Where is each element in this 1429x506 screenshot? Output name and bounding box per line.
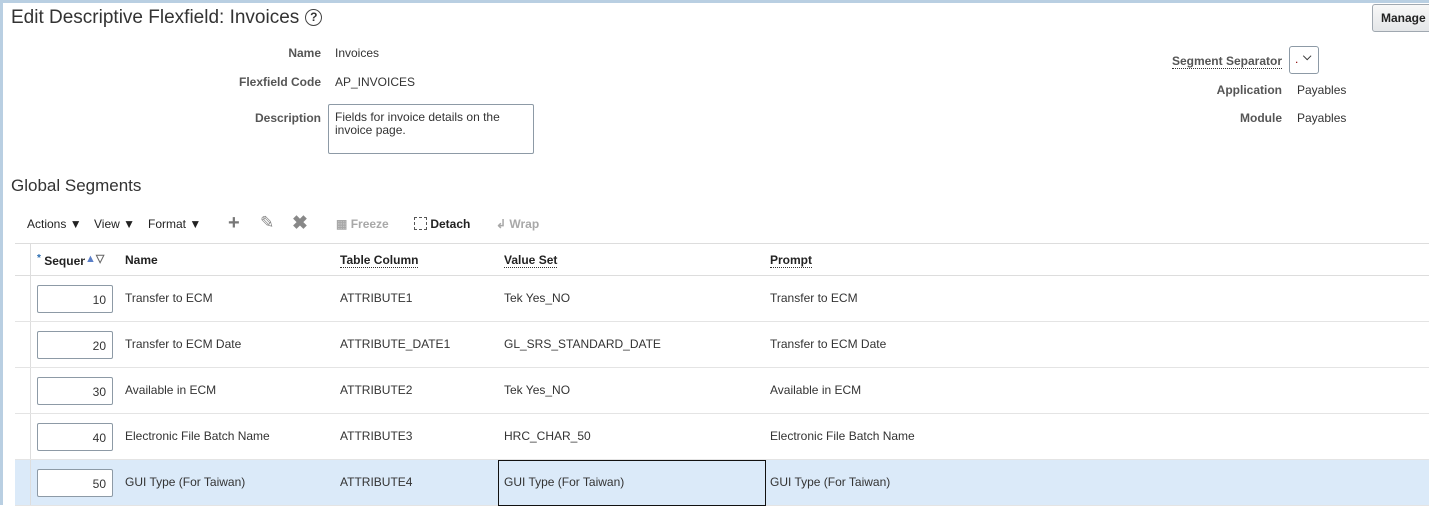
prompt-value: Electronic File Batch Name: [770, 429, 915, 443]
detach-icon: [414, 217, 427, 230]
wrap-button[interactable]: ↲ Wrap: [496, 217, 539, 231]
actions-menu[interactable]: Actions ▼: [27, 217, 82, 231]
table-header: * Sequence ▲▽ Name Table Column Value Set…: [15, 243, 1429, 276]
required-marker: *: [37, 253, 41, 264]
caret-down-icon: ▼: [69, 217, 82, 231]
table-row[interactable]: 20 Transfer to ECM Date ATTRIBUTE_DATE1 …: [15, 322, 1429, 368]
prompt-value: Transfer to ECM: [770, 291, 858, 305]
table-row[interactable]: 10 Transfer to ECM ATTRIBUTE1 Tek Yes_NO…: [15, 276, 1429, 322]
name-label: Name: [288, 46, 321, 60]
table-column-value: ATTRIBUTE2: [340, 383, 413, 397]
freeze-label: Freeze: [350, 217, 389, 231]
caret-down-icon: ▼: [189, 217, 202, 231]
sequence-input[interactable]: 10: [37, 285, 113, 313]
prompt-value: Transfer to ECM Date: [770, 337, 887, 351]
value-set-value: Tek Yes_NO: [504, 291, 571, 305]
detach-button[interactable]: Detach: [414, 217, 470, 231]
view-label: View: [94, 217, 120, 231]
help-icon[interactable]: ?: [305, 9, 323, 26]
caret-down-icon: ▼: [123, 217, 136, 231]
manage-button[interactable]: Manage: [1372, 4, 1429, 32]
row-gutter: [15, 244, 31, 275]
table-row[interactable]: 40 Electronic File Batch Name ATTRIBUTE3…: [15, 414, 1429, 460]
wrap-icon: ↲: [496, 217, 507, 231]
page-title-text: Edit Descriptive Flexfield: Invoices: [11, 7, 300, 28]
add-icon[interactable]: +: [228, 212, 240, 235]
format-menu[interactable]: Format ▼: [148, 217, 201, 231]
value-set-value: GL_SRS_STANDARD_DATE: [504, 337, 661, 351]
segment-name: Transfer to ECM Date: [125, 337, 242, 351]
page-title: Edit Descriptive Flexfield: Invoices?: [11, 7, 323, 29]
flexfield-code-label: Flexfield Code: [238, 75, 321, 89]
sequence-input[interactable]: 50: [37, 469, 113, 497]
sort-icon[interactable]: ▲▽: [85, 252, 105, 265]
actions-label: Actions: [27, 217, 67, 231]
view-menu[interactable]: View ▼: [94, 217, 135, 231]
header-table-column[interactable]: Table Column: [340, 253, 419, 268]
table-column-value: ATTRIBUTE1: [340, 291, 413, 305]
header-name[interactable]: Name: [125, 253, 158, 267]
detach-label: Detach: [430, 217, 471, 231]
row-gutter: [15, 322, 31, 367]
top-border: [0, 0, 1429, 3]
separator-value: .: [1295, 52, 1299, 66]
module-label: Module: [1240, 111, 1282, 125]
value-set-value: Tek Yes_NO: [504, 383, 571, 397]
table-column-value: ATTRIBUTE4: [340, 475, 413, 489]
edit-pencil-icon[interactable]: ✎: [260, 213, 274, 233]
segment-separator-label: Segment Separator: [1171, 54, 1282, 69]
segment-name: Available in ECM: [125, 383, 217, 397]
name-value: Invoices: [335, 46, 380, 60]
table-row[interactable]: 50 GUI Type (For Taiwan) ATTRIBUTE4 GUI …: [15, 460, 1429, 506]
segment-name: GUI Type (For Taiwan): [125, 475, 246, 489]
segment-name: Electronic File Batch Name: [125, 429, 270, 443]
header-sequence[interactable]: * Sequence ▲▽: [37, 252, 105, 268]
section-title: Global Segments: [11, 176, 142, 195]
table-row[interactable]: 30 Available in ECM ATTRIBUTE2 Tek Yes_N…: [15, 368, 1429, 414]
row-gutter: [15, 276, 31, 321]
flexfield-code-value: AP_INVOICES: [335, 75, 416, 89]
prompt-value: GUI Type (For Taiwan): [770, 475, 891, 489]
sequence-input[interactable]: 30: [37, 377, 113, 405]
left-border: [0, 0, 3, 505]
table-column-value: ATTRIBUTE_DATE1: [340, 337, 451, 351]
segment-name: Transfer to ECM: [125, 291, 213, 305]
sequence-input[interactable]: 20: [37, 331, 113, 359]
freeze-icon: ▦: [336, 217, 348, 231]
description-label: Description: [254, 111, 321, 125]
module-value: Payables: [1297, 111, 1347, 125]
row-gutter: [15, 460, 31, 505]
description-textarea[interactable]: Fields for invoice details on the invoic…: [328, 104, 534, 154]
row-gutter: [15, 368, 31, 413]
global-segments-table: * Sequence ▲▽ Name Table Column Value Set…: [15, 243, 1429, 506]
wrap-label: Wrap: [509, 217, 540, 231]
chevron-down-icon: ⌵: [1303, 51, 1312, 63]
value-set-value: HRC_CHAR_50: [504, 429, 591, 443]
header-prompt[interactable]: Prompt: [770, 253, 812, 268]
format-label: Format: [148, 217, 187, 231]
delete-icon[interactable]: ✖: [292, 212, 308, 235]
application-label: Application: [1216, 83, 1282, 97]
focused-cell[interactable]: [498, 460, 766, 506]
row-gutter: [15, 414, 31, 459]
table-column-value: ATTRIBUTE3: [340, 429, 413, 443]
prompt-value: Available in ECM: [770, 383, 862, 397]
sequence-input[interactable]: 40: [37, 423, 113, 451]
segment-separator-select[interactable]: . ⌵: [1289, 46, 1319, 74]
header-value-set[interactable]: Value Set: [504, 253, 558, 268]
freeze-button[interactable]: ▦ Freeze: [336, 217, 389, 231]
application-value: Payables: [1297, 83, 1347, 97]
